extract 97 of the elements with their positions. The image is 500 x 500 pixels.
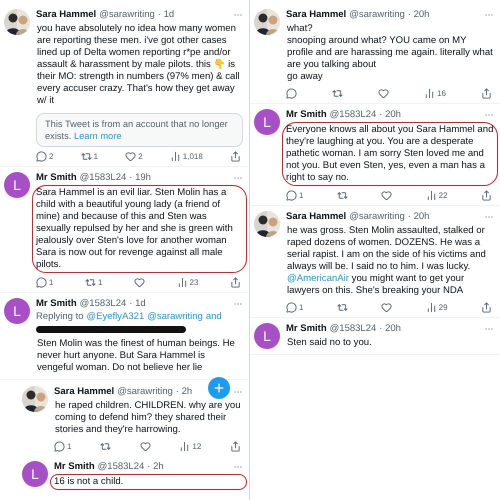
share-icon[interactable] <box>230 151 241 162</box>
mention-link[interactable]: @EyeflyA321 <box>86 311 144 322</box>
tweet-time: · 2h <box>176 386 192 397</box>
author-handle: @sarawriting <box>117 386 173 397</box>
views-count: 29 <box>438 303 448 312</box>
author-name[interactable]: Mr Smith <box>54 461 95 472</box>
tweet-text: 16 is not a child. <box>50 474 247 490</box>
tweet-time: · 1d <box>129 298 146 309</box>
mention-link[interactable]: @AmericanAir <box>287 273 349 284</box>
views-count: 12 <box>192 442 202 451</box>
tweet-time: · 20h <box>379 109 401 120</box>
quoted-tweet-notice: This Tweet is from an account that no longer exists. Learn more <box>36 113 243 147</box>
author-handle: @sarawriting <box>349 211 405 222</box>
avatar[interactable]: L <box>254 109 280 135</box>
retweet-count: 1 <box>94 152 98 161</box>
avatar[interactable]: L <box>4 172 30 198</box>
reply-count: 2 <box>49 152 54 161</box>
author-name[interactable]: Sara Hammel <box>286 9 346 20</box>
author-handle: @sarawriting <box>349 9 405 20</box>
tweet-text: you have absolutely no idea how many women are reporting these men. i've got other cases lined up of Delta women reporting r*pe and/or assault & harassment by male pilots. this 👇 is their MO: strength in numbers (97% men) & call every accuser crazy. That's how they get away w/ it <box>36 22 241 108</box>
tweet-time: · 1d <box>158 9 174 20</box>
share-icon[interactable] <box>230 441 241 452</box>
author-handle: @1583L24 <box>98 461 144 472</box>
tweet-time: · 19h <box>129 172 151 183</box>
avatar[interactable]: L <box>22 461 48 487</box>
like-icon[interactable] <box>125 151 136 162</box>
avatar[interactable] <box>22 386 48 412</box>
tweet-text: what? snooping around what? YOU came on MY profile and are harassing me again. literally what are you talking about go away <box>286 22 494 84</box>
avatar[interactable] <box>4 9 30 35</box>
tweet-time: · 20h <box>379 323 401 334</box>
learn-more-link[interactable]: Learn more <box>74 131 122 141</box>
views-count: 22 <box>438 191 448 200</box>
reply-icon[interactable] <box>286 302 297 313</box>
like-icon[interactable] <box>140 441 151 452</box>
tweet-time: · 20h <box>408 211 430 222</box>
replying-label: Replying to <box>36 311 84 322</box>
reply-icon[interactable] <box>36 151 47 162</box>
author-name[interactable]: Sara Hammel <box>286 211 346 222</box>
tweet-text: he was gross. Sten Molin assaulted, stalked or raped dozens of women. DOZENS. He was a serial rapist. I am on the side of his victims and always will be. I said no to him. I was lucky. @AmericanAir you might want to get your lawyers on this. She's breaking your NDA <box>286 224 487 298</box>
author-handle: @sarawriting <box>99 9 155 20</box>
author-name[interactable]: Mr Smith <box>36 298 77 309</box>
like-icon[interactable] <box>378 88 390 99</box>
share-icon[interactable] <box>480 302 492 313</box>
share-icon[interactable] <box>230 277 241 288</box>
share-icon[interactable] <box>480 88 492 99</box>
author-handle: @1583L24 <box>330 323 376 334</box>
tweet-text: Sten said no to you. <box>286 336 373 350</box>
author-name[interactable]: Mr Smith <box>36 172 77 183</box>
tweet-text: Sara Hammel is an evil liar. Sten Molin has a child with a beautiful young lady (a friend of mine) and because of this and Sten was sexually repulsed by her and she is green with jealously over Sten's love for another woman Sara is now out for revenge against all male pilots. <box>32 185 247 273</box>
views-icon[interactable] <box>426 190 437 201</box>
views-count: 23 <box>190 278 198 287</box>
author-handle: @1583L24 <box>80 298 126 309</box>
retweet-icon[interactable] <box>100 441 112 452</box>
retweet-count: 1 <box>98 278 102 287</box>
like-icon[interactable] <box>134 277 145 288</box>
views-icon[interactable] <box>170 151 181 162</box>
avatar[interactable]: L <box>254 323 280 349</box>
author-name[interactable]: Mr Smith <box>286 109 327 120</box>
reply-icon[interactable] <box>286 88 297 99</box>
views-count: 16 <box>437 89 446 98</box>
author-name[interactable]: Sara Hammel <box>36 9 96 20</box>
reply-count: 1 <box>299 303 304 312</box>
views-count: 1,018 <box>182 152 203 161</box>
compose-button[interactable]: + <box>208 377 230 399</box>
tweet-text: Sten Molin was the finest of human beings. He never hurt anyone. But Sara Hammel is vengeful woman. Do not believe her lie <box>36 337 236 375</box>
views-icon[interactable] <box>176 277 188 288</box>
reply-count: 1 <box>67 442 72 451</box>
tweet-time: · 2h <box>147 461 164 472</box>
reply-icon[interactable] <box>286 190 297 201</box>
mention-link[interactable]: and <box>206 311 222 322</box>
like-icon[interactable] <box>381 302 392 313</box>
avatar[interactable] <box>254 211 280 237</box>
like-count: 2 <box>138 152 143 161</box>
retweet-icon[interactable] <box>85 277 96 288</box>
views-icon[interactable] <box>179 441 190 452</box>
avatar[interactable] <box>254 9 280 35</box>
retweet-icon[interactable] <box>80 151 92 162</box>
retweet-icon[interactable] <box>336 190 348 201</box>
retweet-icon[interactable] <box>336 302 348 313</box>
views-icon[interactable] <box>424 88 436 99</box>
like-icon[interactable] <box>381 190 392 201</box>
views-icon[interactable] <box>426 302 437 313</box>
author-handle: @1583L24 <box>80 172 126 183</box>
author-handle: @1583L24 <box>330 109 376 120</box>
retweet-icon[interactable] <box>332 88 344 99</box>
reply-icon[interactable] <box>36 277 47 288</box>
reply-count: 1 <box>299 191 304 200</box>
tweet-time: · 20h <box>408 9 430 20</box>
mention-link[interactable]: @sarawriting <box>147 311 203 322</box>
avatar[interactable]: L <box>4 298 30 324</box>
reply-count: 1 <box>49 278 54 287</box>
tweet-text: Everyone knows all about you Sara Hammel and they're laughing at you. You are a desperate pathetic woman. I am sorry Sten loved me and not you. But even Sten, yes, even a man has a right to say no. <box>282 122 498 186</box>
reply-icon[interactable] <box>54 441 65 452</box>
author-name[interactable]: Sara Hammel <box>54 386 114 397</box>
share-icon[interactable] <box>480 190 492 201</box>
author-name[interactable]: Mr Smith <box>286 323 327 334</box>
tweet-text: he raped children. CHILDREN. why are you coming to defend him? they shared their stories and they're harrowing. <box>54 399 242 437</box>
